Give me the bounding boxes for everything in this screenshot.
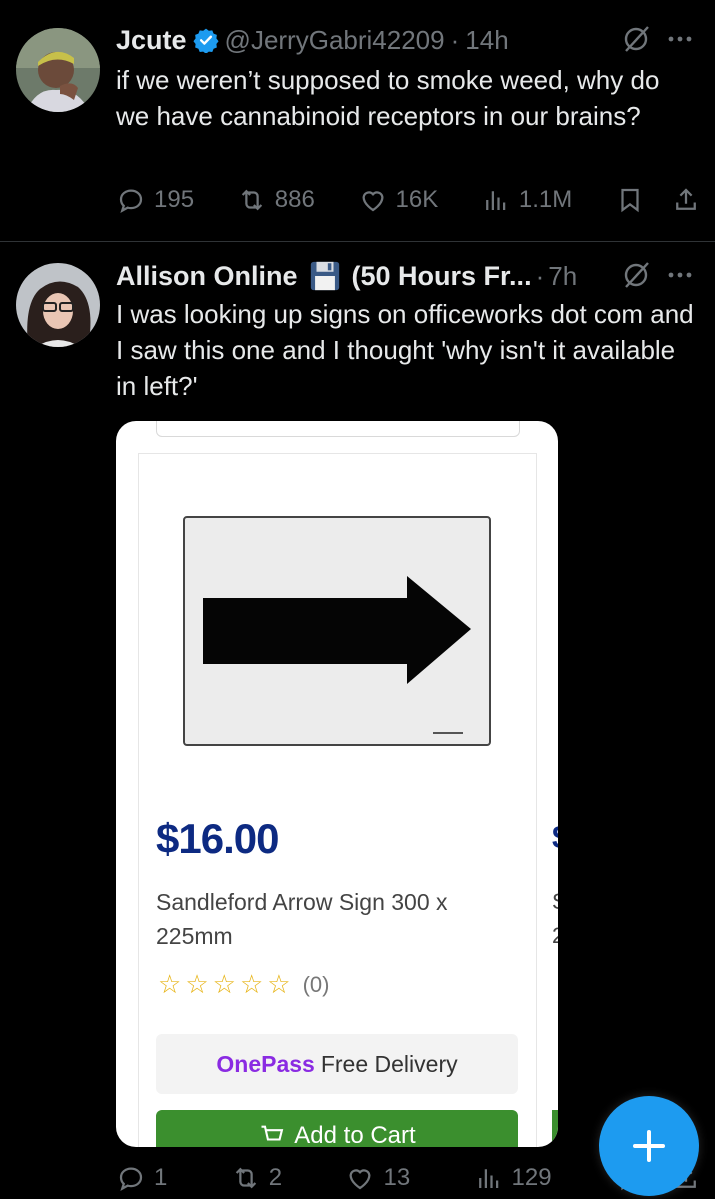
tweet-text: I was looking up signs on officeworks do… <box>116 299 694 401</box>
views-icon <box>478 1169 498 1188</box>
verified-badge-icon <box>192 28 219 53</box>
add-to-cart-button[interactable]: Add to Cart <box>156 1110 518 1147</box>
avatar[interactable] <box>16 28 100 112</box>
product-price: $16.00 <box>156 815 279 862</box>
display-name[interactable]: Allison Online <box>116 261 298 292</box>
review-count: (0) <box>302 971 330 997</box>
retweet-button[interactable]: 886 <box>237 185 315 215</box>
compose-post-button[interactable] <box>599 1096 699 1196</box>
product-image-arrow-sign <box>183 516 491 746</box>
views-icon <box>486 191 506 210</box>
display-name-suffix[interactable]: (50 Hours Fr... <box>352 261 532 292</box>
delivery-label: Free Delivery <box>320 1050 458 1077</box>
retweet-count: 2 <box>268 1164 283 1191</box>
display-name[interactable]: Jcute <box>116 25 187 56</box>
reply-icon <box>119 189 143 213</box>
star-icon: ☆ <box>185 969 209 999</box>
reply-button[interactable]: 195 <box>116 185 194 215</box>
separator-dot: · <box>535 260 545 291</box>
share-icon[interactable] <box>671 185 701 215</box>
plus-icon <box>633 1130 665 1162</box>
tweet-1[interactable]: Jcute @JerryGabri42209 · 14h if we weren… <box>0 0 715 242</box>
like-button[interactable]: 13 <box>345 1163 410 1193</box>
avatar-photo <box>16 263 100 347</box>
next-product-name-peek: S <box>552 889 558 915</box>
timestamp[interactable]: 7h <box>548 261 577 292</box>
next-product-name-peek: 2 <box>552 923 558 949</box>
tweet-text: if we weren’t supposed to smoke weed, wh… <box>116 65 660 131</box>
header-icons <box>621 260 695 290</box>
retweet-icon <box>235 1167 256 1189</box>
cart-icon <box>261 1125 284 1141</box>
more-options-icon[interactable] <box>665 24 695 54</box>
header-icons <box>621 24 695 54</box>
like-count: 13 <box>383 1164 411 1191</box>
grid-line <box>536 453 537 1147</box>
timestamp[interactable]: 14h <box>465 25 508 56</box>
floppy-disk-icon <box>310 261 339 291</box>
product-name[interactable]: Sandleford Arrow Sign 300 x 225mm <box>156 885 486 953</box>
retweet-button[interactable]: 2 <box>231 1163 282 1193</box>
star-icon: ☆ <box>239 969 264 999</box>
like-count: 16K <box>395 186 439 213</box>
add-to-cart-label: Add to Cart <box>294 1122 416 1147</box>
like-button[interactable]: 16K <box>358 185 439 215</box>
action-group-right <box>615 185 701 215</box>
bookmark-icon[interactable] <box>615 185 645 215</box>
star-icon: ☆ <box>212 969 236 999</box>
delivery-badge: OnePass Free Delivery <box>156 1034 518 1094</box>
product-rating: ☆ ☆ ☆ ☆ ☆ (0) <box>158 969 329 1000</box>
reply-count: 1 <box>154 1164 168 1191</box>
product-search-bar <box>156 421 520 437</box>
reply-count: 195 <box>154 186 195 213</box>
view-count: 1.1M <box>518 186 573 213</box>
retweet-icon <box>241 189 262 211</box>
separator-dot: · <box>450 24 460 55</box>
star-icon: ☆ <box>267 969 291 999</box>
handle[interactable]: @JerryGabri42209 <box>225 25 445 56</box>
heart-icon <box>349 1169 371 1190</box>
onepass-label: OnePass <box>216 1050 315 1077</box>
avatar[interactable] <box>16 263 100 347</box>
grok-icon[interactable] <box>621 24 651 54</box>
tweet-media-image[interactable]: $16.00 Sandleford Arrow Sign 300 x 225mm… <box>116 421 558 1147</box>
reply-icon <box>119 1167 143 1191</box>
grid-line <box>138 453 139 1147</box>
views-button[interactable]: 1.1M <box>481 185 572 215</box>
reply-button[interactable]: 1 <box>116 1163 167 1193</box>
grid-line <box>138 453 536 454</box>
next-product-cart-peek <box>552 1110 558 1147</box>
star-icon: ☆ <box>158 969 182 999</box>
heart-icon <box>361 191 384 212</box>
view-count: 129 <box>511 1164 552 1191</box>
tweet-actions: 195 886 16K 1.1M <box>116 180 701 220</box>
tweet-header: Allison Online (50 Hours Fr... · 7h <box>116 256 695 296</box>
next-product-price-peek: $ <box>552 819 558 856</box>
more-options-icon[interactable] <box>665 260 695 290</box>
avatar-photo <box>16 28 100 112</box>
views-button[interactable]: 129 <box>474 1163 552 1193</box>
grok-icon[interactable] <box>621 260 651 290</box>
tweet-header: Jcute @JerryGabri42209 · 14h <box>116 20 695 60</box>
right-arrow-icon <box>203 576 471 734</box>
retweet-count: 886 <box>274 186 315 213</box>
